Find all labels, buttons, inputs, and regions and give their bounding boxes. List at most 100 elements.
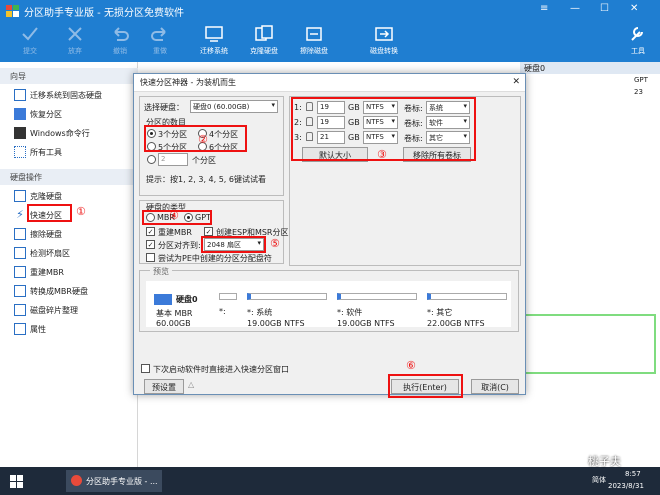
- migrate-button[interactable]: 迁移系统: [194, 24, 234, 56]
- taskbar: 分区助手专业版 - ... 简体 8:57 2023/8/31 桃子夫: [0, 455, 660, 495]
- disk-number: 23: [634, 88, 643, 96]
- toolbar: 提交 放弃 撤销 重做 迁移系统 克隆硬盘 擦除磁盘 磁盘转换 工具: [0, 22, 660, 62]
- preview-part-size: 22.00GB NTFS: [427, 319, 485, 328]
- convert-button[interactable]: 磁盘转换: [364, 24, 404, 56]
- app-logo-icon: [6, 5, 19, 17]
- check-disk-icon: [14, 247, 26, 259]
- try-pe-label: 尝试为PE中创建的分区分配盘符: [158, 254, 272, 263]
- create-esp-checkbox[interactable]: ✓: [204, 227, 213, 236]
- sidebar-item-label: 擦除硬盘: [30, 230, 62, 239]
- defrag-icon: [14, 304, 26, 316]
- lightning-icon: ⚡: [16, 208, 24, 221]
- title-bar: 分区助手专业版 - 无损分区免费软件 ≡ — ☐ ✕: [0, 0, 660, 22]
- maximize-icon[interactable]: ☐: [600, 3, 609, 14]
- preview-disk-size: 60.00GB: [156, 319, 191, 328]
- migrate-ssd-icon: [14, 89, 26, 101]
- preview-label: 预览: [150, 266, 172, 277]
- highlight-box-2: [144, 125, 247, 152]
- radio-custom-partitions[interactable]: [147, 155, 156, 164]
- watermark-text: 桃子夫: [588, 455, 621, 468]
- sidebar-item-label: 克隆硬盘: [30, 192, 62, 201]
- preset-button[interactable]: 预设置: [144, 379, 184, 394]
- clone-label: 克隆硬盘: [250, 47, 278, 55]
- expand-icon[interactable]: △: [188, 380, 194, 389]
- sidebar-item-label: 磁盘碎片整理: [30, 306, 78, 315]
- sidebar-item-label: 迁移系统到固态硬盘: [30, 91, 102, 100]
- align-checkbox[interactable]: ✓: [146, 240, 155, 249]
- taskbar-app-label: 分区助手专业版 - ...: [86, 477, 158, 486]
- select-disk-label: 选择硬盘：: [144, 103, 184, 112]
- preview-part-size: 19.00GB NTFS: [247, 319, 305, 328]
- taskbar-app-button[interactable]: 分区助手专业版 - ...: [66, 470, 162, 492]
- disk-select[interactable]: 硬盘0 (60.00GB): [190, 100, 278, 113]
- auto-open-label: 下次启动软件时直接进入快速分区窗口: [153, 365, 289, 374]
- annotation-2: ②: [198, 133, 208, 146]
- migrate-label: 迁移系统: [200, 47, 228, 55]
- partition-preview-box: [520, 314, 656, 374]
- sidebar-item-all-tools[interactable]: 所有工具: [0, 143, 138, 162]
- dialog-close-icon[interactable]: ✕: [512, 77, 520, 87]
- convert-label: 磁盘转换: [370, 47, 398, 55]
- sidebar-item-recover[interactable]: 恢复分区: [0, 105, 138, 124]
- rebuild-mbr-label: 重建MBR: [158, 228, 192, 237]
- auto-open-checkbox[interactable]: [141, 364, 150, 373]
- preview-part-bar: [427, 293, 507, 300]
- minimize-icon[interactable]: —: [570, 3, 580, 14]
- sidebar-item-convert-mbr[interactable]: 转换成MBR硬盘: [0, 282, 138, 301]
- submit-icon: [22, 27, 38, 41]
- rebuild-icon: [14, 266, 26, 278]
- tools-icon: [631, 27, 643, 41]
- annotation-1: ①: [76, 205, 86, 218]
- sidebar-item-label: 所有工具: [30, 148, 62, 157]
- sidebar-item-migrate-ssd[interactable]: 迁移系统到固态硬盘: [0, 86, 138, 105]
- sidebar-item-label: 转换成MBR硬盘: [30, 287, 88, 296]
- clone-button[interactable]: 克隆硬盘: [244, 24, 284, 56]
- grid-icon: [14, 146, 26, 158]
- undo-button[interactable]: 撤销: [100, 24, 140, 56]
- rebuild-mbr-checkbox[interactable]: ✓: [146, 227, 155, 236]
- cmd-icon: [14, 127, 26, 139]
- submit-button[interactable]: 提交: [10, 24, 50, 56]
- clone-disk-icon: [14, 190, 26, 202]
- sidebar: 向导 迁移系统到固态硬盘 恢复分区 Windows命令行 所有工具 硬盘操作 克…: [0, 62, 138, 467]
- sidebar-item-wipe[interactable]: 擦除硬盘: [0, 225, 138, 244]
- sidebar-section-disk: 硬盘操作: [0, 169, 138, 185]
- preview-part-name: *: 软件: [337, 308, 363, 317]
- sidebar-item-cmd[interactable]: Windows命令行: [0, 124, 138, 143]
- preview-part-name: *: 其它: [427, 308, 453, 317]
- discard-button[interactable]: 放弃: [55, 24, 95, 56]
- disk-type: GPT: [634, 76, 648, 84]
- sidebar-item-label: Windows命令行: [30, 129, 90, 138]
- ime-indicator[interactable]: 简体: [592, 475, 606, 485]
- wipe-icon: [306, 27, 322, 41]
- cancel-button[interactable]: 取消(C): [471, 379, 519, 394]
- preview-part-bar: [337, 293, 417, 300]
- preview-part-bar: [219, 293, 237, 300]
- custom-count-input[interactable]: 2: [158, 153, 188, 166]
- sidebar-item-rebuild-mbr[interactable]: 重建MBR: [0, 263, 138, 282]
- app-taskbar-icon: [71, 475, 82, 486]
- dialog-title: 快速分区神器 - 为装机而生: [134, 74, 525, 92]
- quick-partition-dialog: 快速分区神器 - 为装机而生 ✕ 选择硬盘： 硬盘0 (60.00GB) 分区的…: [133, 73, 526, 398]
- preview-part-name: *: 系统: [247, 308, 273, 317]
- wipe-button[interactable]: 擦除磁盘: [294, 24, 334, 56]
- tools-button[interactable]: 工具: [618, 24, 658, 56]
- windows-start-icon[interactable]: [10, 475, 23, 488]
- disk-icon: [154, 294, 172, 305]
- recover-icon: [14, 108, 26, 120]
- clock-time: 8:57: [625, 470, 641, 478]
- preview-part-name: *:: [219, 307, 226, 316]
- annotation-3: ③: [377, 148, 387, 161]
- sidebar-item-properties[interactable]: 属性: [0, 320, 138, 339]
- sidebar-item-label: 重建MBR: [30, 268, 64, 277]
- undo-icon: [114, 27, 129, 41]
- sidebar-item-defrag[interactable]: 磁盘碎片整理: [0, 301, 138, 320]
- undo-label: 撤销: [113, 47, 127, 55]
- menu-icon[interactable]: ≡: [540, 3, 548, 14]
- sidebar-item-bad-sectors[interactable]: 检测坏扇区: [0, 244, 138, 263]
- preview-disk-basic: 基本 MBR: [156, 309, 193, 318]
- redo-button[interactable]: 重做: [140, 24, 180, 56]
- highlight-box-6: [388, 374, 463, 398]
- close-icon[interactable]: ✕: [630, 3, 638, 14]
- try-pe-checkbox[interactable]: [146, 253, 155, 262]
